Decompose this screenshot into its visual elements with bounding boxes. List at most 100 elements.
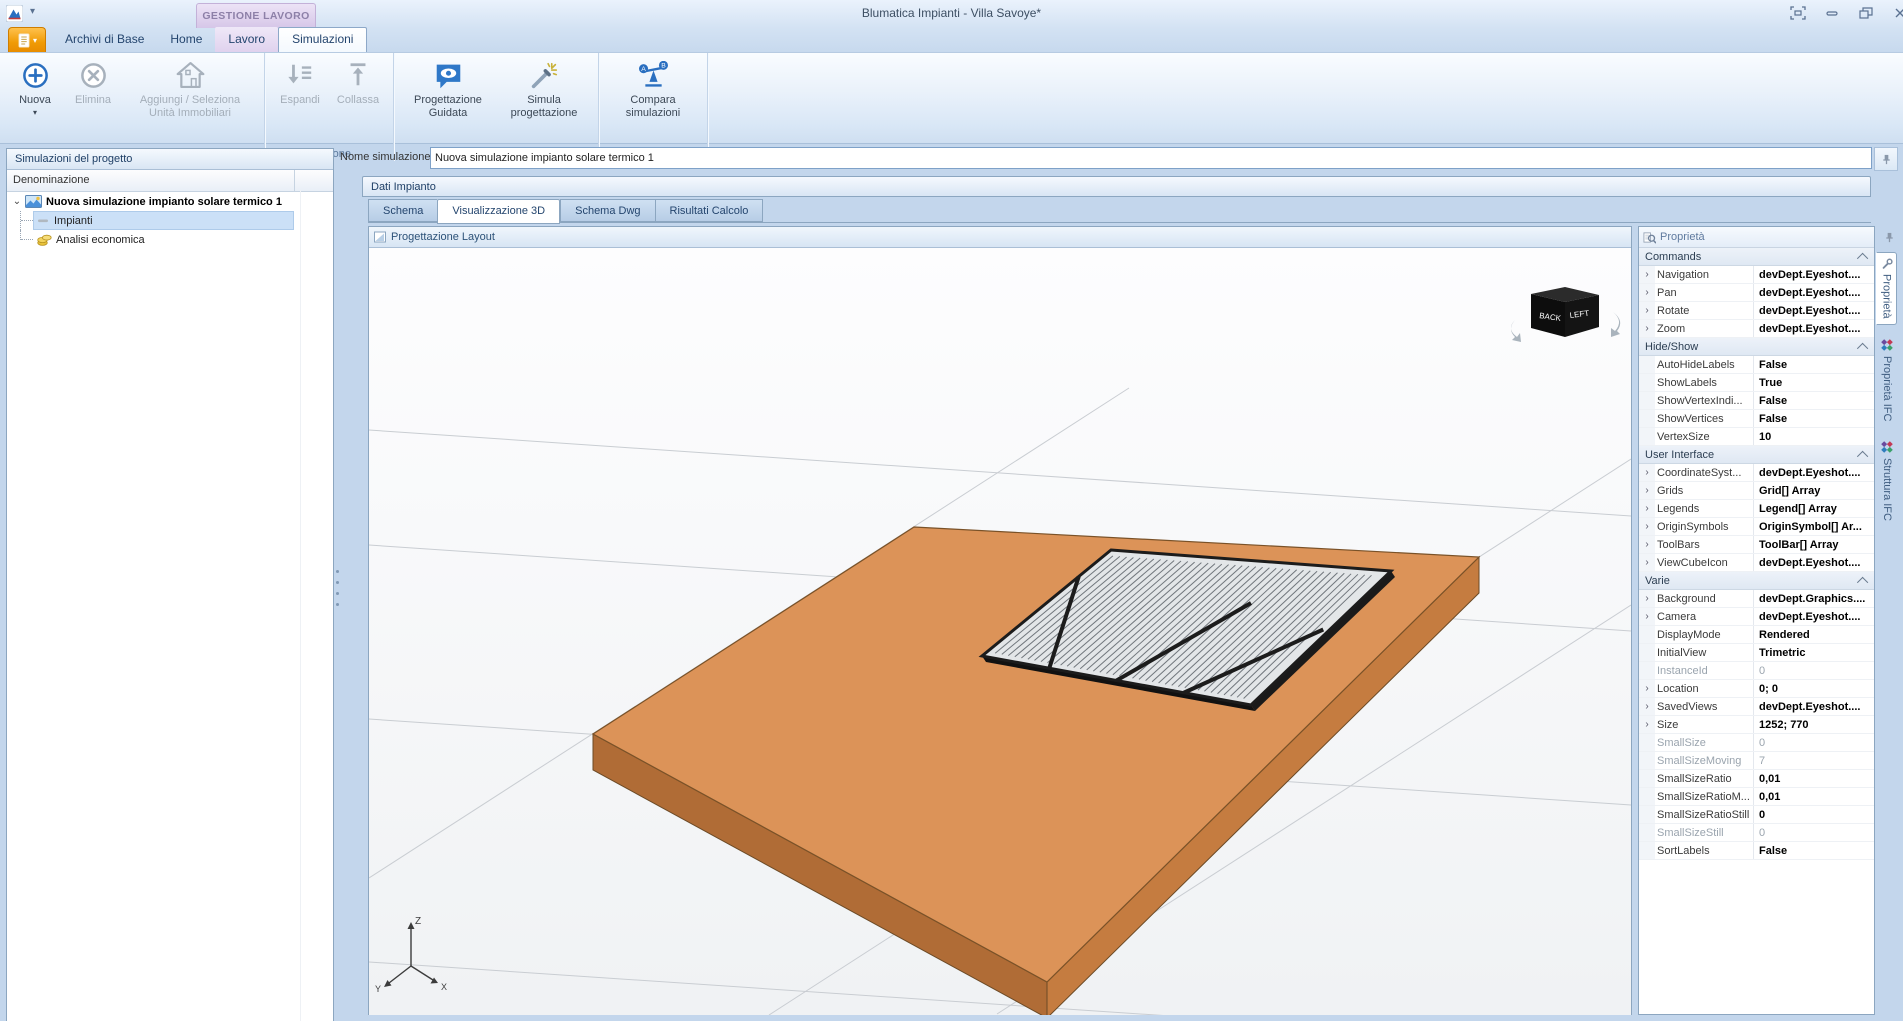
property-row-legends[interactable]: ›LegendsLegend[] Array [1639,500,1874,518]
property-value[interactable]: False [1753,356,1874,373]
property-section-user-interface[interactable]: User Interface [1639,446,1874,464]
button-collassa[interactable]: Collassa [329,56,387,131]
button-espandi[interactable]: Espandi [271,56,329,131]
button-simula-progettazione[interactable]: Simula progettazione [496,56,592,131]
expand-arrow-icon[interactable]: › [1639,482,1655,499]
expand-arrow-icon[interactable]: › [1639,266,1655,283]
property-value[interactable]: devDept.Eyeshot.... [1753,302,1874,319]
property-row-savedviews[interactable]: ›SavedViewsdevDept.Eyeshot.... [1639,698,1874,716]
property-row-smallsizeratiostill[interactable]: SmallSizeRatioStill0 [1639,806,1874,824]
property-value[interactable]: devDept.Eyeshot.... [1753,554,1874,571]
property-row-navigation[interactable]: ›NavigationdevDept.Eyeshot.... [1639,266,1874,284]
property-value[interactable]: Trimetric [1753,644,1874,661]
property-row-originsymbols[interactable]: ›OriginSymbolsOriginSymbol[] Ar... [1639,518,1874,536]
expand-arrow-icon[interactable]: › [1639,698,1655,715]
property-value[interactable]: devDept.Eyeshot.... [1753,464,1874,481]
expand-arrow-icon[interactable]: › [1639,302,1655,319]
property-value[interactable]: False [1753,410,1874,427]
button-progettazione-guidata[interactable]: Progettazione Guidata [400,56,496,131]
property-value[interactable]: 0 [1753,662,1874,679]
property-section-commands[interactable]: Commands [1639,248,1874,266]
property-row-camera[interactable]: ›CameradevDept.Eyeshot.... [1639,608,1874,626]
property-value[interactable]: 0; 0 [1753,680,1874,697]
tab-simulazioni[interactable]: Simulazioni [278,27,367,52]
button-nuova[interactable]: Nuova▾ [6,56,64,131]
property-value[interactable]: True [1753,374,1874,391]
property-value[interactable]: False [1753,392,1874,409]
property-row-vertexsize[interactable]: VertexSize10 [1639,428,1874,446]
expand-arrow-icon[interactable]: › [1639,536,1655,553]
property-row-location[interactable]: ›Location0; 0 [1639,680,1874,698]
property-row-smallsizemoving[interactable]: SmallSizeMoving7 [1639,752,1874,770]
button-aggiungi-seleziona-unita-immobiliari[interactable]: Aggiungi / Seleziona Unità Immobiliari [122,56,258,131]
property-row-showvertexindi[interactable]: ShowVertexIndi...False [1639,392,1874,410]
property-row-background[interactable]: ›BackgrounddevDept.Graphics.... [1639,590,1874,608]
property-value[interactable]: Legend[] Array [1753,500,1874,517]
tab-archivi-di-base[interactable]: Archivi di Base [52,27,157,52]
property-row-displaymode[interactable]: DisplayModeRendered [1639,626,1874,644]
side-tab-struttura-ifc[interactable]: Struttura IFC [1877,434,1897,527]
property-value[interactable]: False [1753,842,1874,859]
tab-risultati-calcolo[interactable]: Risultati Calcolo [655,199,764,222]
restore-button[interactable] [1855,4,1877,22]
property-value[interactable]: 10 [1753,428,1874,445]
property-value[interactable]: 0 [1753,806,1874,823]
tree-item-nuova-simulazione-impianto-solare-termico-1[interactable]: ⌄Nuova simulazione impianto solare termi… [7,192,333,211]
file-menu-button[interactable]: ▾ [8,27,46,52]
tree-item-impianti[interactable]: Impianti [7,211,333,230]
property-row-toolbars[interactable]: ›ToolBarsToolBar[] Array [1639,536,1874,554]
property-value[interactable]: OriginSymbol[] Ar... [1753,518,1874,535]
property-section-hide-show[interactable]: Hide/Show [1639,338,1874,356]
property-value[interactable]: Rendered [1753,626,1874,643]
chevron-down-icon[interactable]: ⌄ [11,196,23,207]
panel-splitter[interactable] [336,570,340,606]
close-button[interactable] [1889,4,1903,22]
side-tab-proprieta-ifc[interactable]: Proprietà IFC [1877,332,1897,427]
property-row-initialview[interactable]: InitialViewTrimetric [1639,644,1874,662]
expand-arrow-icon[interactable]: › [1639,518,1655,535]
property-row-showlabels[interactable]: ShowLabelsTrue [1639,374,1874,392]
property-value[interactable]: ToolBar[] Array [1753,536,1874,553]
property-value[interactable]: devDept.Eyeshot.... [1753,320,1874,337]
property-value[interactable]: 0,01 [1753,788,1874,805]
property-row-instanceid[interactable]: InstanceId0 [1639,662,1874,680]
property-value[interactable]: devDept.Eyeshot.... [1753,608,1874,625]
property-row-size[interactable]: ›Size1252; 770 [1639,716,1874,734]
property-row-zoom[interactable]: ›ZoomdevDept.Eyeshot.... [1639,320,1874,338]
property-row-smallsizestill[interactable]: SmallSizeStill0 [1639,824,1874,842]
property-row-showvertices[interactable]: ShowVerticesFalse [1639,410,1874,428]
tree-column-header[interactable]: Denominazione [7,170,333,192]
button-elimina[interactable]: Elimina [64,56,122,131]
minimize-button[interactable] [1821,4,1843,22]
property-value[interactable]: 7 [1753,752,1874,769]
pin-icon[interactable] [1874,147,1898,171]
property-value[interactable]: 0 [1753,734,1874,751]
expand-arrow-icon[interactable]: › [1639,716,1655,733]
expand-arrow-icon[interactable]: › [1639,554,1655,571]
side-tab-proprieta[interactable]: Proprietà [1876,252,1897,325]
3d-scene[interactable]: BACK LEFT Z Y X [369,248,1631,1015]
property-value[interactable]: devDept.Eyeshot.... [1753,698,1874,715]
property-value[interactable]: devDept.Eyeshot.... [1753,266,1874,283]
button-compara-simulazioni[interactable]: ABCompara simulazioni [605,56,701,131]
property-value[interactable]: devDept.Graphics.... [1753,590,1874,607]
property-row-grids[interactable]: ›GridsGrid[] Array [1639,482,1874,500]
expand-arrow-icon[interactable]: › [1639,320,1655,337]
expand-arrow-icon[interactable]: › [1639,590,1655,607]
tab-schema-dwg[interactable]: Schema Dwg [560,199,654,222]
simulation-name-input[interactable] [430,147,1872,169]
expand-arrow-icon[interactable]: › [1639,680,1655,697]
property-row-rotate[interactable]: ›RotatedevDept.Eyeshot.... [1639,302,1874,320]
tab-schema[interactable]: Schema [368,199,437,222]
property-row-autohidelabels[interactable]: AutoHideLabelsFalse [1639,356,1874,374]
expand-arrow-icon[interactable]: › [1639,608,1655,625]
property-value[interactable]: 0 [1753,824,1874,841]
property-row-pan[interactable]: ›PandevDept.Eyeshot.... [1639,284,1874,302]
property-section-varie[interactable]: Varie [1639,572,1874,590]
tab-home[interactable]: Home [157,27,215,52]
property-row-sortlabels[interactable]: SortLabelsFalse [1639,842,1874,860]
tab-visualizzazione-3d[interactable]: Visualizzazione 3D [437,199,560,224]
property-value[interactable]: Grid[] Array [1753,482,1874,499]
fit-screen-button[interactable] [1787,4,1809,22]
expand-arrow-icon[interactable]: › [1639,464,1655,481]
